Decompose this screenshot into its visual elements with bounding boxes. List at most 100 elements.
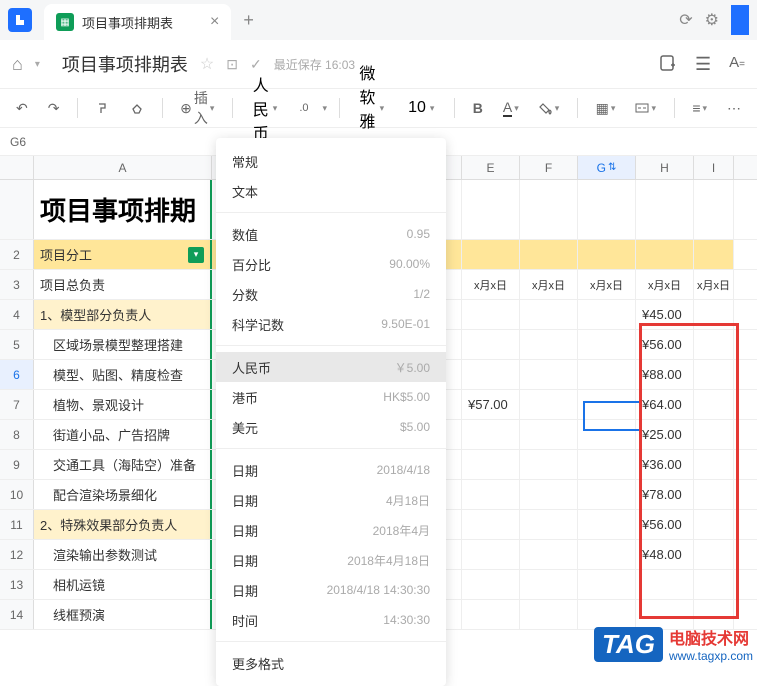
row-header[interactable]: 14 bbox=[0, 600, 34, 629]
cell[interactable]: ¥64.00 bbox=[636, 390, 694, 419]
cell[interactable] bbox=[462, 330, 520, 359]
col-header-a[interactable]: A bbox=[34, 156, 212, 179]
row-header[interactable]: 11 bbox=[0, 510, 34, 539]
cell[interactable] bbox=[694, 390, 734, 419]
cell[interactable] bbox=[520, 300, 578, 329]
folder-icon[interactable]: ⊡ bbox=[226, 56, 238, 73]
cell[interactable] bbox=[578, 420, 636, 449]
home-icon[interactable]: ⌂ bbox=[12, 54, 23, 75]
cell[interactable]: 街道小品、广告招牌 bbox=[34, 420, 212, 449]
format-menu-item[interactable]: 数值0.95 bbox=[216, 219, 446, 249]
col-header-e[interactable]: E bbox=[462, 156, 520, 179]
cell[interactable]: ¥88.00 bbox=[636, 360, 694, 389]
cell[interactable] bbox=[694, 450, 734, 479]
text-format-icon[interactable]: A= bbox=[729, 54, 745, 75]
undo-button[interactable]: ↶ bbox=[10, 96, 34, 121]
section-header-cell[interactable]: 项目分工 ▾ bbox=[34, 240, 212, 269]
format-menu-item[interactable]: 日期2018年4月18日 bbox=[216, 545, 446, 575]
settings-icon[interactable]: ⚙ bbox=[705, 10, 719, 30]
format-menu-item[interactable]: 科学记数9.50E-01 bbox=[216, 309, 446, 339]
select-all-corner[interactable] bbox=[0, 156, 34, 179]
cell[interactable] bbox=[520, 450, 578, 479]
cell[interactable] bbox=[694, 540, 734, 569]
cell[interactable] bbox=[462, 360, 520, 389]
cell[interactable] bbox=[694, 420, 734, 449]
row-header[interactable]: 2 bbox=[0, 240, 34, 269]
cell[interactable] bbox=[462, 300, 520, 329]
row-header[interactable]: 6 bbox=[0, 360, 34, 389]
chevron-down-icon[interactable]: ▾ bbox=[35, 59, 40, 70]
cell[interactable]: 线框预演 bbox=[34, 600, 212, 629]
close-tab-button[interactable]: × bbox=[210, 13, 219, 31]
cell[interactable] bbox=[694, 300, 734, 329]
cell[interactable] bbox=[578, 390, 636, 419]
cell[interactable] bbox=[578, 330, 636, 359]
cell[interactable]: 项目总负责 bbox=[34, 270, 212, 299]
cell[interactable] bbox=[462, 540, 520, 569]
row-header[interactable]: 3 bbox=[0, 270, 34, 299]
cell[interactable] bbox=[694, 480, 734, 509]
add-note-icon[interactable] bbox=[659, 54, 677, 75]
cell[interactable]: 2、特殊效果部分负责人 bbox=[34, 510, 212, 539]
cell[interactable] bbox=[578, 510, 636, 539]
format-menu-item[interactable]: 时间14:30:30 bbox=[216, 605, 446, 635]
cell[interactable]: ¥57.00 bbox=[462, 390, 520, 419]
cell[interactable] bbox=[694, 330, 734, 359]
cell[interactable] bbox=[694, 360, 734, 389]
cell[interactable]: 交通工具（海陆空）准备 bbox=[34, 450, 212, 479]
row-header[interactable]: 13 bbox=[0, 570, 34, 599]
cell[interactable] bbox=[636, 570, 694, 599]
decimal-dropdown[interactable]: ▾ bbox=[323, 103, 328, 114]
row-header[interactable]: 12 bbox=[0, 540, 34, 569]
cell[interactable] bbox=[578, 570, 636, 599]
cell[interactable] bbox=[520, 390, 578, 419]
cell[interactable] bbox=[578, 540, 636, 569]
format-menu-item[interactable]: 美元$5.00 bbox=[216, 412, 446, 442]
col-header-f[interactable]: F bbox=[520, 156, 578, 179]
fill-color-button[interactable]: ▾ bbox=[533, 97, 566, 119]
cell[interactable]: ¥45.00 bbox=[636, 300, 694, 329]
cell[interactable]: 相机运镜 bbox=[34, 570, 212, 599]
sheet-title-cell[interactable]: 项目事项排期 bbox=[34, 180, 212, 239]
cell[interactable] bbox=[520, 360, 578, 389]
border-button[interactable]: ▦▾ bbox=[590, 96, 622, 121]
cell[interactable]: 模型、贴图、精度检查 bbox=[34, 360, 212, 389]
format-menu-item[interactable]: 日期2018/4/18 bbox=[216, 455, 446, 485]
filter-icon[interactable]: ⇅ bbox=[608, 162, 616, 173]
cell[interactable] bbox=[462, 450, 520, 479]
font-size-selector[interactable]: 10▾ bbox=[400, 95, 442, 121]
cell[interactable] bbox=[520, 570, 578, 599]
paint-format-button[interactable] bbox=[90, 97, 116, 119]
menu-icon[interactable]: ☰ bbox=[695, 54, 711, 75]
format-menu-item[interactable]: 更多格式 bbox=[216, 648, 446, 678]
format-menu-item[interactable]: 日期2018/4/18 14:30:30 bbox=[216, 575, 446, 605]
cell[interactable]: ¥25.00 bbox=[636, 420, 694, 449]
row-header[interactable]: 7 bbox=[0, 390, 34, 419]
cell[interactable]: ¥56.00 bbox=[636, 330, 694, 359]
star-icon[interactable]: ☆ bbox=[200, 54, 214, 74]
insert-button[interactable]: ⊕ 插入▾ bbox=[174, 84, 220, 132]
cell[interactable]: ¥78.00 bbox=[636, 480, 694, 509]
filter-badge-icon[interactable]: ▾ bbox=[188, 247, 204, 263]
text-color-button[interactable]: A▾ bbox=[497, 95, 525, 121]
cell[interactable] bbox=[520, 540, 578, 569]
row-header[interactable] bbox=[0, 180, 34, 239]
cell[interactable]: 区域场景模型整理搭建 bbox=[34, 330, 212, 359]
cell[interactable] bbox=[520, 480, 578, 509]
format-menu-item[interactable]: 日期4月18日 bbox=[216, 485, 446, 515]
add-tab-button[interactable]: + bbox=[243, 10, 254, 31]
cell[interactable]: ¥36.00 bbox=[636, 450, 694, 479]
clear-format-button[interactable] bbox=[124, 97, 150, 119]
cell[interactable] bbox=[462, 600, 520, 629]
cell[interactable]: ¥48.00 bbox=[636, 540, 694, 569]
cell[interactable] bbox=[694, 510, 734, 539]
cell[interactable] bbox=[462, 510, 520, 539]
format-menu-item[interactable]: 港币HK$5.00 bbox=[216, 382, 446, 412]
cell[interactable] bbox=[520, 330, 578, 359]
col-header-g[interactable]: G⇅ bbox=[578, 156, 636, 179]
format-menu-item[interactable]: 分数1/2 bbox=[216, 279, 446, 309]
more-button[interactable]: ⋯ bbox=[721, 96, 747, 121]
format-menu-item[interactable]: 文本 bbox=[216, 176, 446, 206]
cell[interactable] bbox=[520, 600, 578, 629]
cell[interactable] bbox=[578, 360, 636, 389]
